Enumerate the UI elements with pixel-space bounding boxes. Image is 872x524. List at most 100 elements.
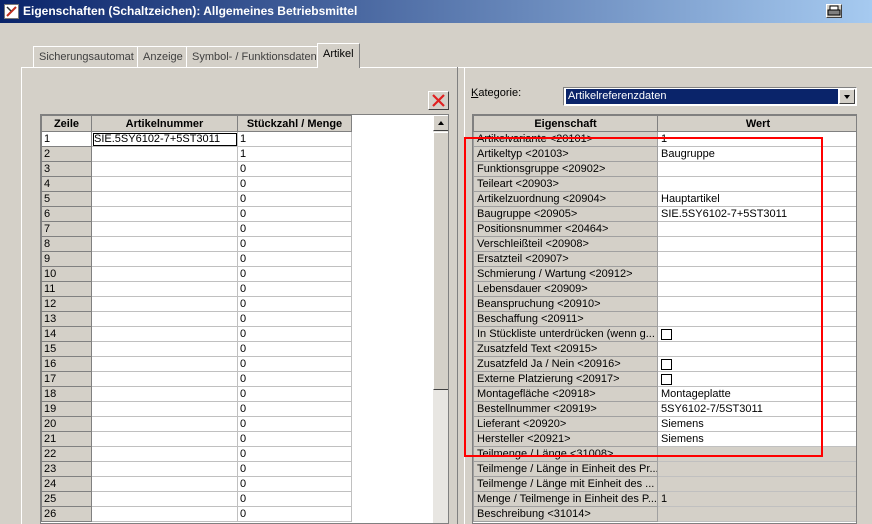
quantity-cell[interactable]: 0 <box>237 221 352 237</box>
quantity-cell[interactable]: 0 <box>237 386 352 402</box>
table-row[interactable]: 23 0 <box>41 461 434 477</box>
row-number[interactable]: 4 <box>41 176 92 192</box>
article-number-cell[interactable] <box>91 491 238 507</box>
row-number[interactable]: 26 <box>41 506 92 522</box>
table-row[interactable]: 13 0 <box>41 311 434 327</box>
quantity-cell[interactable]: 0 <box>237 206 352 222</box>
quantity-cell[interactable]: 0 <box>237 476 352 492</box>
article-number-cell[interactable] <box>91 476 238 492</box>
property-row[interactable]: Positionsnummer <20464> <box>473 221 856 237</box>
property-row[interactable]: Lieferant <20920> Siemens <box>473 416 856 432</box>
tab-sicherungsautomat[interactable]: Sicherungsautomat <box>33 46 140 68</box>
tab-symbol-funktionsdaten[interactable]: Symbol- / Funktionsdaten <box>186 46 323 68</box>
title-bar[interactable]: Eigenschaften (Schaltzeichen): Allgemein… <box>0 0 872 23</box>
quantity-cell[interactable]: 0 <box>237 191 352 207</box>
column-header-artikelnummer[interactable]: Artikelnummer <box>91 115 238 132</box>
table-row[interactable]: 18 0 <box>41 386 434 402</box>
row-number[interactable]: 10 <box>41 266 92 282</box>
chevron-down-icon[interactable] <box>839 89 855 104</box>
tab-anzeige[interactable]: Anzeige <box>137 46 189 68</box>
row-number[interactable]: 7 <box>41 221 92 237</box>
table-row[interactable]: 22 0 <box>41 446 434 462</box>
column-header-zeile[interactable]: Zeile <box>41 115 92 132</box>
row-number[interactable]: 16 <box>41 356 92 372</box>
property-value[interactable]: Siemens <box>657 431 856 447</box>
property-value[interactable] <box>657 266 856 282</box>
table-row[interactable]: 40 <box>41 176 434 192</box>
quantity-cell[interactable]: 1 <box>237 131 352 147</box>
article-number-cell[interactable] <box>91 326 238 342</box>
table-row[interactable]: 11 0 <box>41 281 434 297</box>
quantity-cell[interactable]: 0 <box>237 251 352 267</box>
table-row[interactable]: 80 <box>41 236 434 252</box>
property-row[interactable]: Teilmenge / Länge <31008> <box>473 446 856 462</box>
row-number[interactable]: 25 <box>41 491 92 507</box>
property-row[interactable]: Funktionsgruppe <20902> <box>473 161 856 177</box>
property-value[interactable] <box>657 356 856 372</box>
table-row[interactable]: 90 <box>41 251 434 267</box>
row-number[interactable]: 3 <box>41 161 92 177</box>
row-number[interactable]: 21 <box>41 431 92 447</box>
table-row[interactable]: 14 0 <box>41 326 434 342</box>
table-row[interactable]: 17 0 <box>41 371 434 387</box>
property-checkbox[interactable] <box>661 358 672 370</box>
quantity-cell[interactable]: 0 <box>237 491 352 507</box>
property-row[interactable]: Baugruppe <20905> SIE.5SY6102-7+5ST3011 <box>473 206 856 222</box>
column-header-stueckzahl[interactable]: Stückzahl / Menge <box>237 115 352 132</box>
property-value[interactable] <box>657 236 856 252</box>
row-number[interactable]: 18 <box>41 386 92 402</box>
article-number-cell[interactable] <box>91 281 238 297</box>
row-number[interactable]: 24 <box>41 476 92 492</box>
splitter[interactable] <box>457 67 465 524</box>
scroll-thumb[interactable] <box>433 132 448 390</box>
property-row[interactable]: Teilmenge / Länge mit Einheit des ... <box>473 476 856 492</box>
table-row[interactable]: 15 0 <box>41 341 434 357</box>
property-value[interactable] <box>657 326 856 342</box>
property-value[interactable] <box>657 311 856 327</box>
property-value[interactable] <box>657 281 856 297</box>
article-number-cell[interactable] <box>91 401 238 417</box>
property-value[interactable]: Montageplatte <box>657 386 856 402</box>
property-row[interactable]: In Stückliste unterdrücken (wenn g... <box>473 326 856 342</box>
article-number-cell[interactable] <box>91 506 238 522</box>
quantity-cell[interactable]: 0 <box>237 461 352 477</box>
property-row[interactable]: Menge / Teilmenge in Einheit des P... 1 <box>473 491 856 507</box>
table-row[interactable]: 1 SIE.5SY6102-7+5ST3011 1 <box>41 131 434 147</box>
quantity-cell[interactable]: 0 <box>237 506 352 522</box>
table-row[interactable]: 60 <box>41 206 434 222</box>
delete-row-button[interactable] <box>428 91 449 110</box>
quantity-cell[interactable]: 1 <box>237 146 352 162</box>
quantity-cell[interactable]: 0 <box>237 281 352 297</box>
property-row[interactable]: Ersatzteil <20907> <box>473 251 856 267</box>
property-row[interactable]: Zusatzfeld Text <20915> <box>473 341 856 357</box>
table-row[interactable]: 19 0 <box>41 401 434 417</box>
print-icon[interactable] <box>826 4 842 18</box>
article-number-cell[interactable] <box>91 431 238 447</box>
property-value[interactable]: Siemens <box>657 416 856 432</box>
row-number[interactable]: 22 <box>41 446 92 462</box>
article-number-cell[interactable]: SIE.5SY6102-7+5ST3011 <box>91 131 238 147</box>
article-number-cell[interactable] <box>91 386 238 402</box>
properties-grid[interactable]: Eigenschaft Wert Artikelvariante <20101>… <box>472 114 857 524</box>
row-number[interactable]: 15 <box>41 341 92 357</box>
property-value[interactable] <box>657 296 856 312</box>
kategorie-dropdown[interactable]: Artikelreferenzdaten <box>563 87 857 106</box>
table-row[interactable]: 70 <box>41 221 434 237</box>
quantity-cell[interactable]: 0 <box>237 416 352 432</box>
article-number-cell[interactable] <box>91 221 238 237</box>
table-row[interactable]: 20 0 <box>41 416 434 432</box>
article-number-cell[interactable] <box>91 161 238 177</box>
property-row[interactable]: Verschleißteil <20908> <box>473 236 856 252</box>
property-row[interactable]: Beschaffung <20911> <box>473 311 856 327</box>
table-row[interactable]: 50 <box>41 191 434 207</box>
table-row[interactable]: 26 0 <box>41 506 434 522</box>
row-number[interactable]: 6 <box>41 206 92 222</box>
article-number-cell[interactable] <box>91 176 238 192</box>
quantity-cell[interactable]: 0 <box>237 266 352 282</box>
property-value[interactable]: SIE.5SY6102-7+5ST3011 <box>657 206 856 222</box>
property-value[interactable]: Hauptartikel <box>657 191 856 207</box>
property-value[interactable] <box>657 371 856 387</box>
article-number-cell[interactable] <box>91 371 238 387</box>
property-row[interactable]: Beanspruchung <20910> <box>473 296 856 312</box>
column-header-eigenschaft[interactable]: Eigenschaft <box>473 115 658 132</box>
